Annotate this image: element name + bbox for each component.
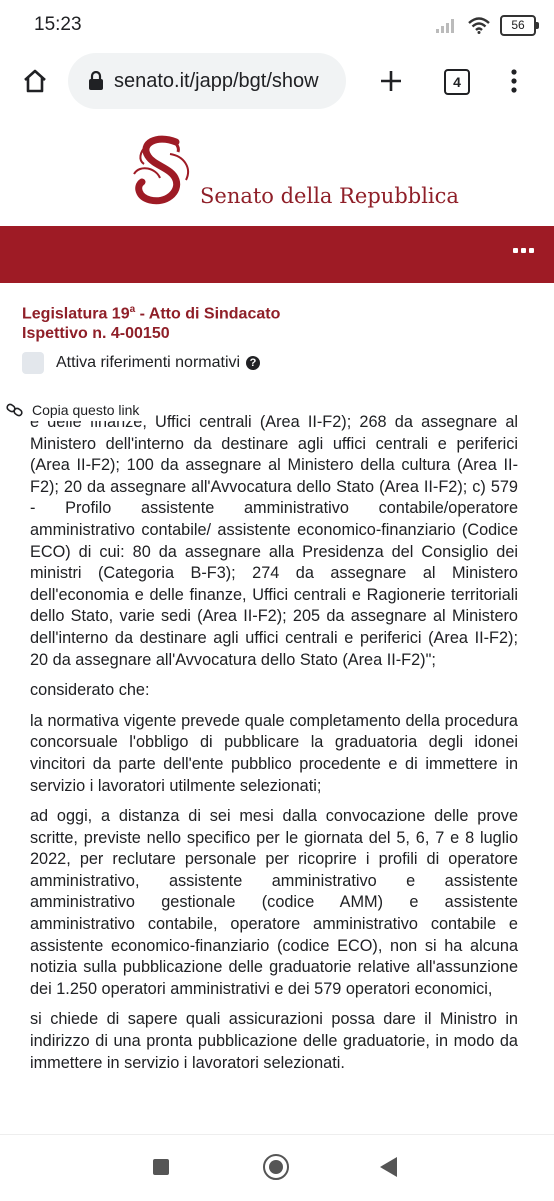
battery-indicator: 56 (500, 14, 539, 36)
recents-button[interactable] (153, 1159, 169, 1175)
wifi-icon (468, 16, 490, 34)
signal-icon (436, 19, 454, 33)
body-paragraph: la normativa vigente prevede quale compl… (30, 711, 518, 795)
status-time: 15:23 (34, 14, 82, 35)
refs-checkbox[interactable] (22, 352, 44, 374)
home-icon (24, 69, 46, 93)
act-title: Legislatura 19a - Atto di Sindacato Ispe… (22, 300, 280, 344)
browser-menu-button[interactable] (496, 60, 532, 102)
tab-count: 4 (444, 69, 470, 95)
status-icons: 56 (436, 14, 539, 36)
act-title-line2: Ispettivo n. 4-00150 (22, 325, 170, 343)
copy-link[interactable]: Copia questo link (6, 399, 148, 421)
url-text: senato.it/japp/bgt/show (114, 69, 319, 92)
body-paragraph: ad oggi, a distanza di sei mesi dalla co… (30, 807, 518, 998)
system-nav-bar (0, 1134, 554, 1201)
help-icon[interactable]: ? (246, 356, 261, 370)
home-nav-button[interactable] (263, 1154, 289, 1180)
senato-logo-icon (133, 135, 189, 205)
more-vert-icon (511, 69, 517, 93)
act-body: e delle finanze, Uffici centrali (Area I… (30, 412, 518, 1083)
body-paragraph: considerato che: (30, 681, 150, 700)
lock-icon (88, 70, 106, 92)
plus-icon (381, 71, 401, 91)
act-title-prefix: Legislatura 19 (22, 305, 130, 323)
nav-band (0, 226, 554, 283)
body-paragraph: si chiede di sapere quali assicurazioni … (30, 1010, 518, 1072)
refs-toggle-row: Attiva riferimenti normativi ? (22, 350, 261, 376)
site-name: Senato della Repubblica (200, 184, 459, 208)
body-paragraph: e delle finanze, Uffici centrali (Area I… (30, 413, 518, 669)
status-bar: 15:23 56 (0, 0, 554, 50)
address-bar[interactable]: senato.it/japp/bgt/show (68, 53, 346, 109)
browser-toolbar: senato.it/japp/bgt/show 4 (0, 50, 554, 114)
new-tab-button[interactable] (370, 60, 412, 102)
tab-switcher-button[interactable]: 4 (436, 61, 478, 103)
web-page: Senato della Repubblica Legislatura 19a … (0, 114, 554, 1134)
copy-link-label: Copia questo link (32, 402, 140, 418)
site-header[interactable]: Senato della Repubblica (0, 114, 554, 226)
home-button[interactable] (14, 60, 56, 102)
more-horiz-icon[interactable] (513, 248, 534, 253)
act-title-suffix: - Atto di Sindacato (135, 305, 281, 323)
link-icon (6, 403, 23, 417)
back-button[interactable] (380, 1157, 397, 1177)
refs-label: Attiva riferimenti normativi (56, 354, 241, 371)
